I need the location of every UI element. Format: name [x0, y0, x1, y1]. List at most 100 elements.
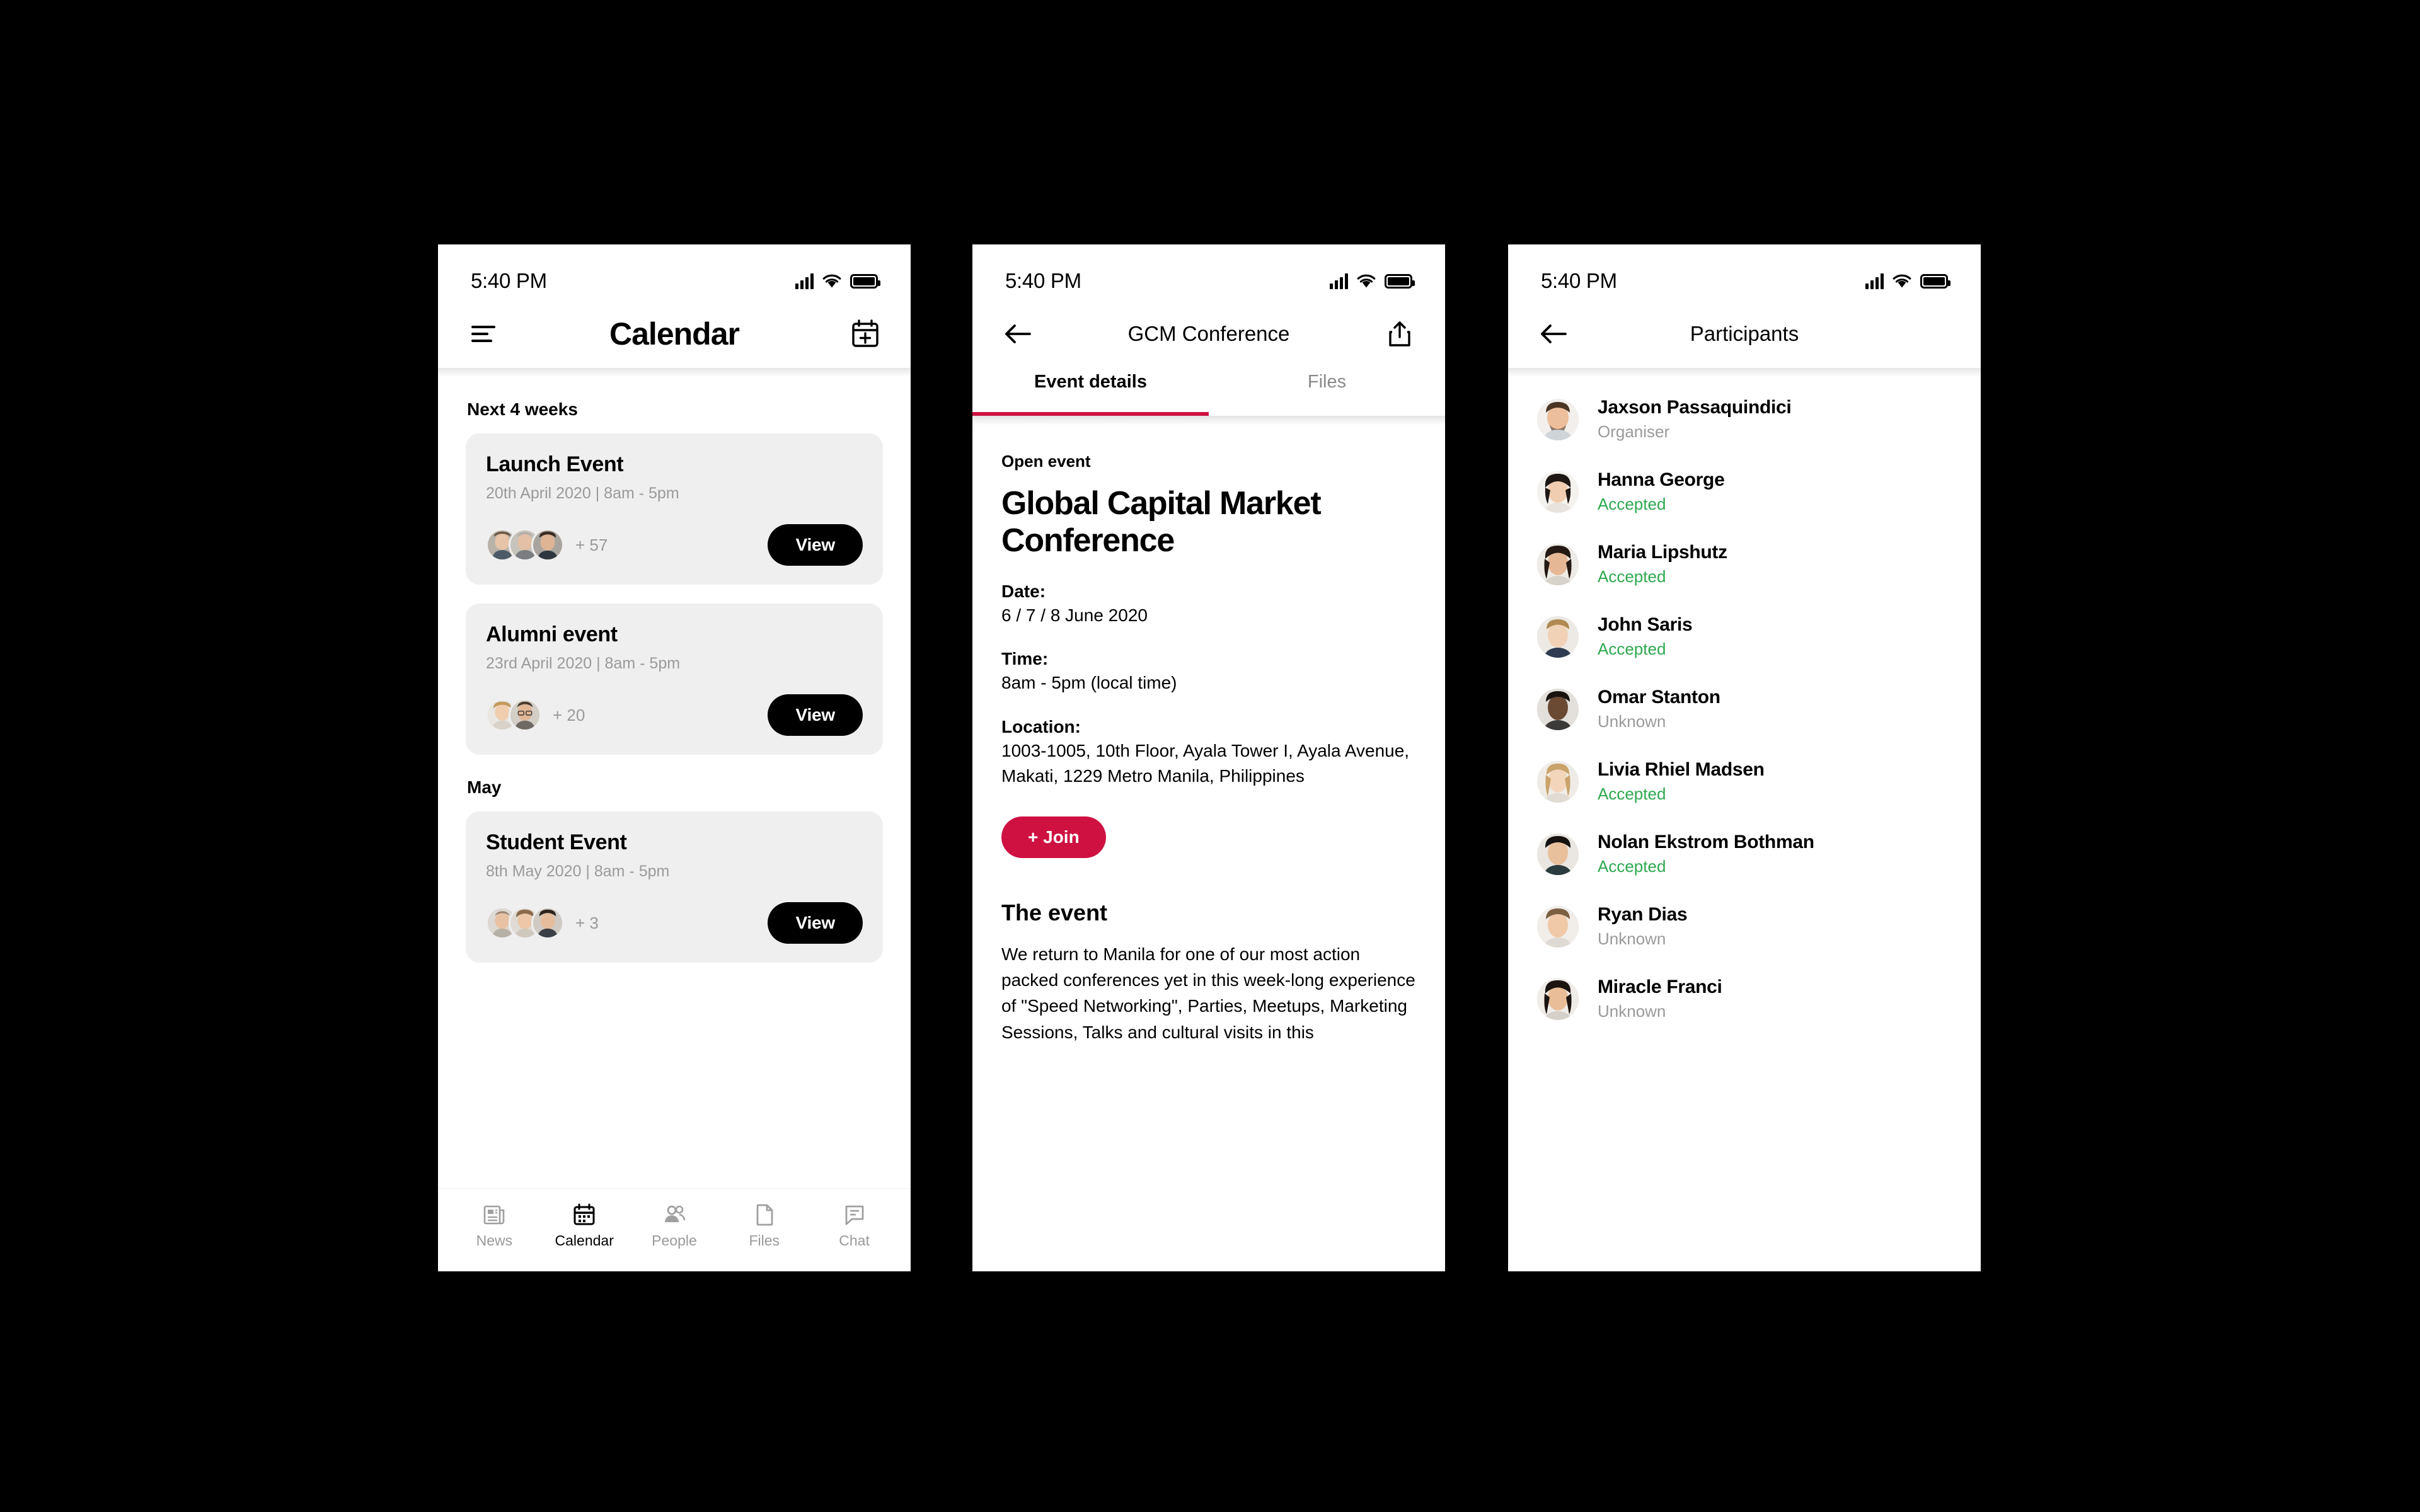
tab-label: Calendar — [555, 1232, 614, 1249]
section-heading-the-event: The event — [1001, 899, 1108, 925]
participant-info: Jaxson Passaquindici Organiser — [1598, 397, 1792, 442]
avatar — [1537, 543, 1579, 585]
attendee-avatars[interactable]: + 3 — [486, 907, 599, 939]
calendar-event-list: Next 4 weeks Launch Event 20th April 202… — [438, 399, 911, 963]
participant-status: Accepted — [1598, 639, 1666, 658]
list-item[interactable]: Hanna George Accepted — [1508, 455, 1981, 528]
avatar — [1537, 760, 1579, 803]
section-header-may: May — [467, 777, 502, 797]
event-card-footer: + 3 View — [486, 902, 863, 944]
cellular-signal-icon — [1330, 273, 1348, 289]
tab-files[interactable]: Files — [727, 1202, 802, 1249]
participant-name: Nolan Ekstrom Bothman — [1598, 832, 1814, 852]
event-details-body: Open event Global Capital Market Confere… — [972, 425, 1445, 1045]
page-title: GCM Conference — [1127, 322, 1290, 345]
event-card-launch-event[interactable]: Launch Event 20th April 2020 | 8am - 5pm… — [466, 433, 883, 585]
list-item[interactable]: Miracle Franci Unknown — [1508, 963, 1981, 1035]
participant-info: John Saris Accepted — [1598, 614, 1693, 659]
status-bar-time: 5:40 PM — [471, 269, 547, 292]
page-title: Participants — [1690, 322, 1799, 345]
wifi-icon — [1357, 274, 1376, 289]
wifi-icon — [1893, 274, 1911, 289]
participant-info: Maria Lipshutz Accepted — [1598, 542, 1727, 587]
list-item[interactable]: Livia Rhiel Madsen Accepted — [1508, 745, 1981, 818]
participant-status: Accepted — [1598, 495, 1666, 513]
people-icon — [662, 1202, 687, 1227]
view-button[interactable]: View — [768, 524, 863, 566]
participant-info: Miracle Franci Unknown — [1598, 976, 1722, 1021]
participant-info: Omar Stanton Unknown — [1598, 687, 1720, 731]
field-label: Location: — [1001, 717, 1081, 737]
event-datetime: 8th May 2020 | 8am - 5pm — [486, 862, 670, 880]
header-shadow — [972, 416, 1445, 425]
event-navbar: GCM Conference — [972, 300, 1445, 368]
participant-status: Organiser — [1598, 422, 1670, 441]
tab-label: News — [476, 1232, 513, 1249]
field-value: 6 / 7 / 8 June 2020 — [1001, 605, 1148, 625]
participant-status: Accepted — [1598, 567, 1666, 586]
event-title: Launch Event — [486, 452, 624, 476]
avatar — [1537, 398, 1579, 440]
status-bar-icons — [1865, 273, 1950, 289]
attendee-count: + 57 — [575, 535, 608, 554]
calendar-icon — [572, 1202, 597, 1227]
participant-status: Accepted — [1598, 784, 1666, 803]
section-header-next-4-weeks: Next 4 weeks — [467, 399, 578, 419]
attendee-avatars[interactable]: + 20 — [486, 699, 585, 731]
participants-navbar: Participants — [1508, 300, 1981, 368]
tab-calendar[interactable]: Calendar — [546, 1202, 622, 1249]
join-button[interactable]: + Join — [1001, 816, 1106, 858]
view-button[interactable]: View — [768, 694, 863, 736]
event-card-student-event[interactable]: Student Event 8th May 2020 | 8am - 5pm +… — [466, 811, 883, 963]
event-tabs: Event details Files — [972, 368, 1445, 416]
event-headline: Global Capital Market Conference — [1001, 485, 1322, 559]
back-arrow-icon[interactable] — [1536, 316, 1571, 352]
tab-files[interactable]: Files — [1209, 368, 1445, 416]
header-shadow — [1508, 368, 1981, 377]
status-bar-time: 5:40 PM — [1005, 269, 1081, 292]
attendee-count: + 3 — [575, 913, 599, 932]
field-location: Location: 1003-1005, 10th Floor, Ayala T… — [1001, 717, 1416, 789]
tab-label: Chat — [839, 1232, 870, 1249]
status-bar: 5:40 PM — [972, 244, 1445, 300]
event-title: Student Event — [486, 830, 627, 854]
avatar — [1537, 905, 1579, 948]
tab-chat[interactable]: Chat — [817, 1202, 892, 1249]
list-item[interactable]: Jaxson Passaquindici Organiser — [1508, 383, 1981, 455]
participant-name: Ryan Dias — [1598, 904, 1688, 925]
hamburger-menu-icon[interactable] — [466, 316, 501, 352]
event-card-alumni-event[interactable]: Alumni event 23rd April 2020 | 8am - 5pm… — [466, 604, 883, 755]
field-date: Date: 6 / 7 / 8 June 2020 — [1001, 581, 1416, 628]
status-bar-time: 5:40 PM — [1541, 269, 1617, 292]
add-calendar-event-icon[interactable] — [848, 316, 883, 352]
avatar — [509, 699, 541, 731]
list-item[interactable]: John Saris Accepted — [1508, 600, 1981, 673]
avatar — [1537, 471, 1579, 513]
list-item[interactable]: Nolan Ekstrom Bothman Accepted — [1508, 818, 1981, 890]
field-label: Date: — [1001, 581, 1046, 601]
back-arrow-icon[interactable] — [1000, 316, 1035, 352]
attendee-avatars[interactable]: + 57 — [486, 529, 608, 561]
field-value: 8am - 5pm (local time) — [1001, 673, 1177, 693]
share-icon[interactable] — [1382, 316, 1417, 352]
list-item[interactable]: Maria Lipshutz Accepted — [1508, 528, 1981, 600]
list-item[interactable]: Ryan Dias Unknown — [1508, 890, 1981, 963]
participant-name: Hanna George — [1598, 469, 1725, 490]
news-icon — [481, 1202, 507, 1227]
view-button[interactable]: View — [768, 902, 863, 944]
tab-news[interactable]: News — [456, 1202, 532, 1249]
avatar — [1537, 978, 1579, 1020]
participant-info: Hanna George Accepted — [1598, 469, 1725, 514]
avatar — [1537, 688, 1579, 730]
tab-people[interactable]: People — [637, 1202, 712, 1249]
active-tab-underline — [972, 412, 1209, 416]
list-item[interactable]: Omar Stanton Unknown — [1508, 673, 1981, 745]
event-visibility-label: Open event — [1001, 452, 1091, 471]
bottom-tab-bar: News Calendar People Files Chat — [438, 1188, 911, 1271]
avatar — [531, 529, 564, 561]
event-datetime: 20th April 2020 | 8am - 5pm — [486, 484, 679, 502]
status-bar-icons — [1330, 273, 1415, 289]
tab-event-details[interactable]: Event details — [972, 368, 1209, 416]
phone-screen-participants: 5:40 PM Participants Jaxson Passaquindic — [1508, 244, 1981, 1271]
cellular-signal-icon — [795, 273, 814, 289]
